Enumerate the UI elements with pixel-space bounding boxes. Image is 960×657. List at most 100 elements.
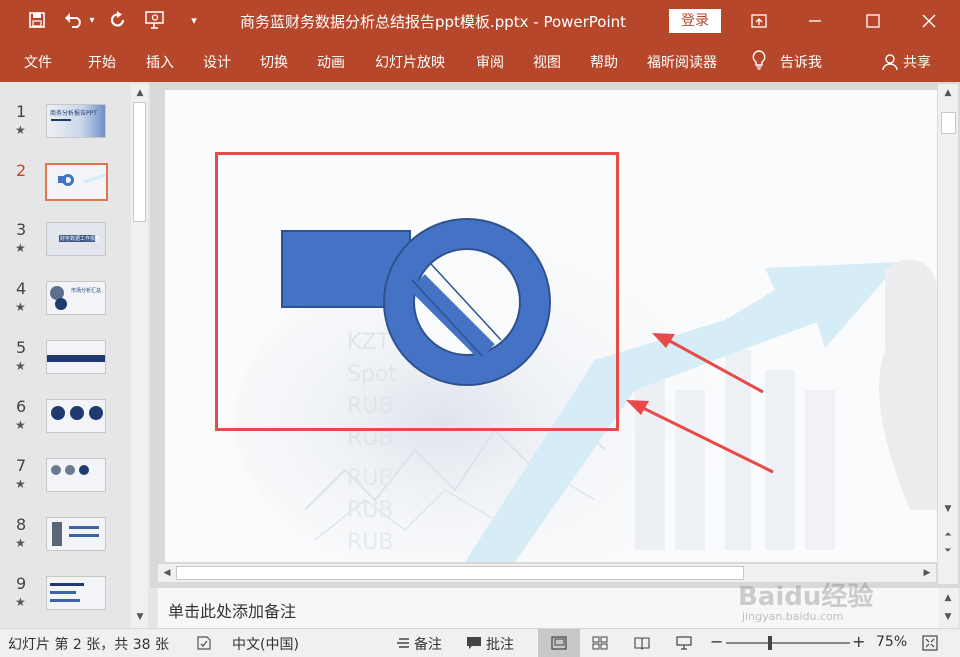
scroll-down-icon[interactable]: ▼ <box>133 610 147 624</box>
slideshow-icon[interactable] <box>676 635 692 655</box>
maximize-icon[interactable] <box>858 8 888 34</box>
login-button[interactable]: 登录 <box>669 9 721 33</box>
baidu-watermark: Baidu经验 <box>738 576 873 613</box>
tab-view[interactable]: 视图 <box>533 52 561 72</box>
thumb-bar <box>50 599 80 602</box>
zoom-slider[interactable] <box>726 636 850 650</box>
undo-dropdown-icon[interactable]: ▾ <box>86 8 98 32</box>
tab-home[interactable]: 开始 <box>88 52 116 72</box>
animation-star-icon: ★ <box>15 300 26 314</box>
scroll-thumb[interactable] <box>133 102 146 222</box>
comments-button[interactable]: 批注 <box>486 634 514 654</box>
scroll-right-icon[interactable]: ▶ <box>920 566 934 580</box>
comments-icon[interactable] <box>466 636 482 654</box>
thumb-number: 8 <box>16 515 27 534</box>
fit-to-window-icon[interactable] <box>922 635 938 655</box>
tell-me-search[interactable]: 告诉我 <box>780 52 822 72</box>
tab-help[interactable]: 帮助 <box>590 52 618 72</box>
slide-thumbnail-1[interactable]: 商务分析报告PPT <box>46 104 106 138</box>
thumb-number: 7 <box>16 456 27 475</box>
ribbon-display-icon[interactable] <box>744 8 774 34</box>
slide-thumbnail-4[interactable]: 市场分析汇总 <box>46 281 106 315</box>
thumb-number: 5 <box>16 338 27 357</box>
redo-icon[interactable] <box>106 8 130 32</box>
animation-star-icon: ★ <box>15 595 26 609</box>
customize-icon[interactable]: ▾ <box>182 8 206 32</box>
thumb-circle <box>51 406 65 420</box>
lightbulb-icon[interactable] <box>751 50 767 74</box>
thumb-number: 3 <box>16 220 27 239</box>
slide-sorter-icon[interactable] <box>592 636 608 654</box>
thumb-photo <box>52 522 62 546</box>
user-icon[interactable] <box>882 53 900 75</box>
normal-view-icon[interactable] <box>538 629 580 657</box>
zoom-out-icon[interactable]: − <box>710 632 723 651</box>
thumb-photo <box>65 465 75 475</box>
scroll-left-icon[interactable]: ◀ <box>160 566 174 580</box>
thumb-caption: 市场分析汇总 <box>71 288 102 294</box>
scroll-up-icon[interactable]: ▲ <box>941 591 955 605</box>
animation-star-icon: ★ <box>15 418 26 432</box>
scroll-down-icon[interactable]: ▼ <box>941 610 955 624</box>
thumb-number: 1 <box>16 102 27 121</box>
tab-animations[interactable]: 动画 <box>317 52 345 72</box>
slide-vertical-scrollbar[interactable]: ▲ ▼ ⏶ ⏷ <box>938 84 958 584</box>
thumb-graphic <box>51 119 71 121</box>
animation-star-icon: ★ <box>15 241 26 255</box>
scroll-down-icon[interactable]: ▼ <box>941 502 955 516</box>
animation-star-icon: ★ <box>15 477 26 491</box>
slide-canvas[interactable]: KZT Spot RUB RUB RUB RUB RUB <box>165 90 937 562</box>
slide-thumbnail-2[interactable] <box>45 163 108 201</box>
present-icon[interactable] <box>144 8 168 32</box>
slide-thumbnail-3[interactable]: 财务数据工作报告 <box>46 222 106 256</box>
scroll-thumb[interactable] <box>941 112 956 134</box>
slide-thumbnail-panel: 1 ★ 商务分析报告PPT 2 3 ★ 财务数据工作报告 4 ★ 市场分析汇总 … <box>0 82 150 628</box>
thumbnail-scrollbar[interactable]: ▲ ▼ <box>131 84 148 628</box>
save-icon[interactable] <box>25 8 49 32</box>
spell-check-icon[interactable] <box>196 635 212 655</box>
animation-star-icon: ★ <box>15 536 26 550</box>
slide-thumbnail-6[interactable] <box>46 399 106 433</box>
slide-thumbnail-8[interactable] <box>46 517 106 551</box>
next-slide-icon[interactable]: ⏷ <box>941 544 955 558</box>
thumb-caption: 商务分析报告PPT <box>50 110 97 117</box>
animation-star-icon: ★ <box>15 123 26 137</box>
undo-icon[interactable] <box>62 8 86 32</box>
zoom-level[interactable]: 75% <box>876 634 907 650</box>
tab-file[interactable]: 文件 <box>24 52 52 72</box>
thumb-photo <box>79 465 89 475</box>
animation-star-icon: ★ <box>15 359 26 373</box>
scroll-up-icon[interactable]: ▲ <box>941 86 955 100</box>
tab-transitions[interactable]: 切换 <box>260 52 288 72</box>
thumb-caption: 财务数据工作报告 <box>60 236 101 242</box>
previous-slide-icon[interactable]: ⏶ <box>941 528 955 542</box>
tab-slideshow[interactable]: 幻灯片放映 <box>375 52 445 72</box>
tab-insert[interactable]: 插入 <box>146 52 174 72</box>
scroll-thumb[interactable] <box>176 566 744 580</box>
language-indicator[interactable]: 中文(中国) <box>232 634 299 654</box>
share-button[interactable]: 共享 <box>903 52 931 72</box>
thumb-circle <box>89 406 103 420</box>
close-icon[interactable] <box>914 8 944 34</box>
notes-icon[interactable] <box>396 636 410 654</box>
tab-review[interactable]: 审阅 <box>476 52 504 72</box>
tab-foxit-reader[interactable]: 福昕阅读器 <box>647 52 717 72</box>
thumb-number: 6 <box>16 397 27 416</box>
thumb-photo <box>55 298 67 310</box>
slide-thumbnail-5[interactable] <box>46 340 106 374</box>
notes-button[interactable]: 备注 <box>414 634 442 654</box>
zoom-slider-thumb[interactable] <box>768 636 772 650</box>
minimize-icon[interactable] <box>800 8 830 34</box>
tab-design[interactable]: 设计 <box>203 52 231 72</box>
slide-thumbnail-7[interactable] <box>46 458 106 492</box>
notes-placeholder[interactable]: 单击此处添加备注 <box>168 598 296 622</box>
zoom-in-icon[interactable]: + <box>852 632 865 651</box>
annotation-arrows <box>626 333 774 474</box>
thumb-number: 2 <box>16 161 27 180</box>
notes-scrollbar[interactable]: ▲ ▼ <box>938 588 958 628</box>
slide-thumbnail-9[interactable] <box>46 576 106 610</box>
reading-view-icon[interactable] <box>634 636 650 654</box>
scroll-up-icon[interactable]: ▲ <box>133 86 147 100</box>
thumb-circle <box>70 406 84 420</box>
thumb-photo <box>51 465 61 475</box>
